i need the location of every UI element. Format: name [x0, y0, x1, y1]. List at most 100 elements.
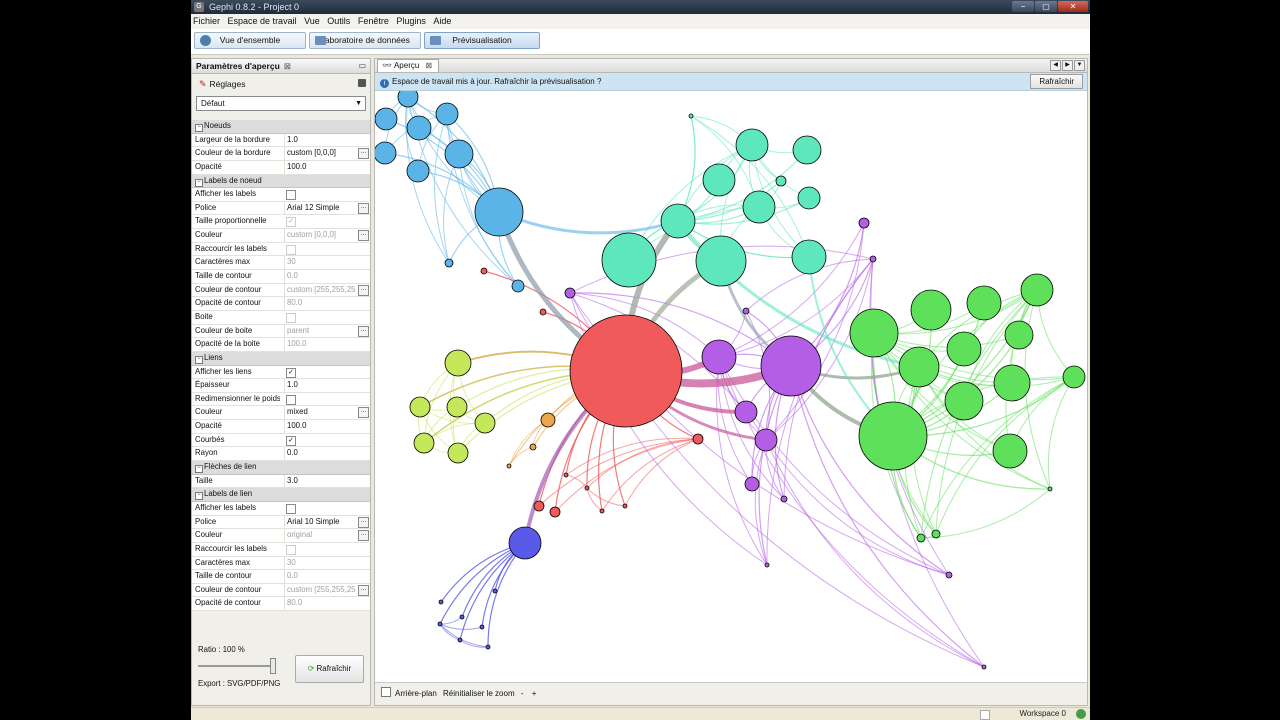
background-checkbox[interactable]: [381, 687, 391, 697]
tab-menu-icon[interactable]: ▼: [1074, 60, 1085, 71]
collapse-icon[interactable]: −: [195, 178, 203, 187]
property-checkbox[interactable]: [286, 503, 296, 514]
tab-left-icon[interactable]: ◀: [1050, 60, 1061, 71]
property-key: Largeur de la bordure: [195, 134, 270, 144]
graph-node: [916, 533, 926, 543]
ratio-slider-track[interactable]: [198, 665, 274, 667]
collapse-icon[interactable]: −: [195, 355, 203, 364]
close-button[interactable]: ✕: [1058, 1, 1088, 12]
graph-node: [858, 401, 928, 471]
property-value[interactable]: 100.0: [284, 420, 356, 433]
preview-icon: [430, 36, 441, 45]
datalab-icon: [315, 36, 326, 45]
preset-select[interactable]: Défaut ▼: [196, 96, 366, 111]
export-label[interactable]: Export : SVG/PDF/PNG: [198, 679, 280, 688]
section-header[interactable]: − Labels de noeud: [192, 174, 370, 189]
property-row: Courbés ✓: [192, 433, 370, 448]
preview-button[interactable]: Prévisualisation: [424, 32, 540, 49]
minimize-button[interactable]: −: [1012, 1, 1034, 12]
property-value[interactable]: 3.0: [284, 474, 356, 488]
property-value[interactable]: 100.0: [284, 160, 356, 174]
graph-node: [702, 163, 736, 197]
menu-fenetre[interactable]: Fenêtre: [356, 14, 392, 26]
property-value[interactable]: mixed: [284, 406, 356, 420]
property-key: Police: [195, 202, 217, 212]
graph-node: [406, 115, 432, 141]
property-value: custom [0,0,0]: [284, 229, 356, 242]
maximize-button[interactable]: ▢: [1035, 1, 1057, 12]
property-key: Couleur: [195, 230, 223, 240]
notification-refresh-button[interactable]: Rafraîchir: [1030, 74, 1083, 89]
ellipsis-button[interactable]: …: [358, 148, 369, 160]
section-header[interactable]: − Flèches de lien: [192, 461, 370, 475]
graph-node: [910, 289, 952, 331]
ellipsis-button[interactable]: …: [358, 530, 369, 542]
collapse-icon[interactable]: −: [195, 124, 203, 132]
property-value[interactable]: 1.0: [284, 133, 356, 147]
ellipsis-button[interactable]: …: [358, 516, 369, 528]
status-bar: Workspace 0: [191, 707, 1090, 720]
property-value[interactable]: Arial 10 Simple: [284, 515, 356, 529]
refresh-button[interactable]: ⟳ Rafraîchir: [295, 655, 364, 683]
menu-outils[interactable]: Outils: [325, 14, 353, 26]
tab-right-icon[interactable]: ▶: [1062, 60, 1073, 71]
property-value[interactable]: custom [0,0,0]: [284, 147, 356, 160]
section-header[interactable]: − Noeuds: [192, 120, 370, 134]
property-sheet: − Noeuds Largeur de la bordure 1.0 Couleur d…: [192, 120, 370, 612]
ellipsis-button[interactable]: …: [358, 325, 369, 337]
section-header[interactable]: − Liens: [192, 351, 370, 366]
ellipsis-button[interactable]: …: [358, 584, 369, 596]
property-key: Caractères max: [195, 257, 251, 267]
property-row: Raccourcir les labels: [192, 242, 370, 257]
ellipsis-button[interactable]: …: [358, 230, 369, 242]
property-row: Couleur de contour custom [255,255,255]…: [192, 283, 370, 298]
tab-apercu[interactable]: 👓 Aperçu ⊠: [377, 59, 440, 72]
zoom-in-button[interactable]: +: [532, 689, 537, 698]
zoom-out-button[interactable]: -: [521, 689, 524, 698]
property-key: Afficher les liens: [195, 366, 252, 376]
preview-window: 👓 Aperçu ⊠ ◀ ▶ ▼ i Espace de travail mis à …: [374, 58, 1088, 706]
menu-vue[interactable]: Vue: [302, 14, 323, 26]
menu-espace-de-travail[interactable]: Espace de travail: [226, 14, 300, 26]
graph-node: [533, 500, 545, 512]
property-value[interactable]: Arial 12 Simple: [284, 201, 356, 215]
reset-zoom-button[interactable]: Réinitialiser le zoom: [443, 689, 515, 698]
property-checkbox[interactable]: ✓: [286, 435, 296, 446]
data-laboratory-button[interactable]: Laboratoire de données: [309, 32, 421, 49]
ellipsis-button[interactable]: …: [358, 202, 369, 214]
ellipsis-button[interactable]: …: [358, 407, 369, 419]
minimize-panel-icon[interactable]: ▭: [358, 59, 366, 73]
graph-node: [540, 412, 556, 428]
menu-plugins[interactable]: Plugins: [394, 14, 429, 26]
property-value[interactable]: 0.0: [284, 447, 356, 460]
close-panel-icon[interactable]: ⊠: [284, 61, 291, 71]
info-icon: i: [380, 79, 389, 88]
graph-preview-canvas[interactable]: [375, 91, 1087, 683]
menu-fichier[interactable]: Fichier: [191, 14, 223, 26]
overview-button[interactable]: Vue d'ensemble: [194, 32, 306, 49]
section-header[interactable]: − Labels de lien: [192, 488, 370, 502]
property-value: parent: [284, 324, 356, 338]
property-checkbox[interactable]: [286, 190, 296, 201]
graph-node: [946, 331, 982, 367]
close-tab-icon[interactable]: ⊠: [425, 61, 432, 70]
property-checkbox[interactable]: ✓: [286, 367, 296, 378]
ellipsis-button[interactable]: …: [358, 284, 369, 296]
title-bar: G Gephi 0.8.2 - Project 0 − ▢ ✕: [191, 0, 1090, 14]
graph-node: [446, 396, 468, 418]
save-preset-icon[interactable]: [358, 79, 366, 87]
property-value[interactable]: 1.0: [284, 379, 356, 392]
graph-edge: [498, 210, 679, 235]
workspace-label[interactable]: Workspace 0: [1019, 709, 1066, 718]
property-value: 100.0: [284, 338, 356, 351]
property-key: Couleur: [195, 407, 223, 417]
collapse-icon[interactable]: −: [195, 465, 203, 474]
collapse-icon[interactable]: −: [195, 492, 203, 501]
property-checkbox[interactable]: [286, 394, 296, 405]
property-row: Taille de contour 0.0: [192, 270, 370, 284]
pencil-icon: ✎: [199, 79, 207, 89]
menu-aide[interactable]: Aide: [431, 14, 454, 26]
graph-node: [492, 588, 498, 594]
ratio-slider-thumb[interactable]: [270, 658, 276, 674]
graph-node: [375, 141, 397, 165]
